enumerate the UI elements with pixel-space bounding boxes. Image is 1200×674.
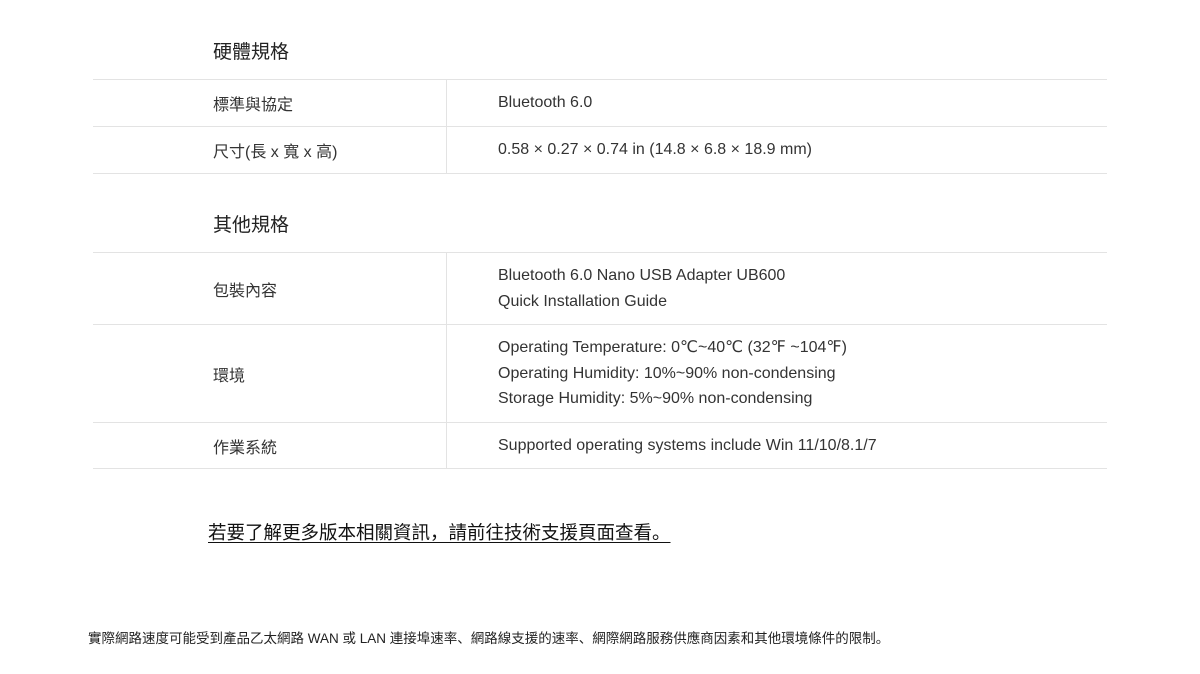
spec-row-dimensions: 尺寸(長 x 寬 x 高) 0.58 × 0.27 × 0.74 in (14.…	[93, 127, 1107, 174]
hardware-specs-title: 硬體規格	[213, 42, 290, 63]
spec-label: 標準與協定	[93, 80, 447, 126]
spec-value-line: 0.58 × 0.27 × 0.74 in (14.8 × 6.8 × 18.9…	[498, 141, 812, 159]
other-specs-title: 其他規格	[213, 215, 290, 236]
spec-value: Operating Temperature: 0℃~40℃ (32℉ ~104℉…	[447, 325, 1107, 422]
spec-value: Bluetooth 6.0 Nano USB Adapter UB600 Qui…	[447, 253, 1107, 324]
spec-value-line: Bluetooth 6.0 Nano USB Adapter UB600	[498, 267, 786, 284]
other-specs-table: 包裝內容 Bluetooth 6.0 Nano USB Adapter UB60…	[93, 252, 1107, 469]
speed-disclaimer: 實際網路速度可能受到產品乙太網路 WAN 或 LAN 連接埠速率、網路線支援的速…	[88, 631, 890, 646]
spec-row-environment: 環境 Operating Temperature: 0℃~40℃ (32℉ ~1…	[93, 325, 1107, 423]
spec-label: 尺寸(長 x 寬 x 高)	[93, 127, 447, 173]
spec-value-line: Operating Temperature: 0℃~40℃ (32℉ ~104℉…	[498, 339, 847, 357]
spec-row-operating-system: 作業系統 Supported operating systems include…	[93, 423, 1107, 469]
spec-value-line: Storage Humidity: 5%~90% non-condensing	[498, 390, 813, 408]
support-page-link[interactable]: 若要了解更多版本相關資訊，請前往技術支援頁面查看。	[208, 519, 671, 545]
spec-row-package-contents: 包裝內容 Bluetooth 6.0 Nano USB Adapter UB60…	[93, 253, 1107, 325]
spec-label: 作業系統	[93, 423, 447, 468]
spec-value-line: Quick Installation Guide	[498, 292, 667, 310]
spec-value: 0.58 × 0.27 × 0.74 in (14.8 × 6.8 × 18.9…	[447, 127, 1107, 173]
spec-label: 環境	[93, 325, 447, 422]
hardware-specs-table: 標準與協定 Bluetooth 6.0 尺寸(長 x 寬 x 高) 0.58 ×…	[93, 79, 1107, 174]
spec-value-line: Bluetooth 6.0	[498, 94, 593, 112]
spec-value-line: Operating Humidity: 10%~90% non-condensi…	[498, 364, 836, 382]
spec-row-standards: 標準與協定 Bluetooth 6.0	[93, 80, 1107, 127]
spec-value-line: Supported operating systems include Win …	[498, 436, 877, 454]
spec-label: 包裝內容	[93, 253, 447, 324]
spec-value: Bluetooth 6.0	[447, 80, 1107, 126]
spec-value: Supported operating systems include Win …	[447, 423, 1107, 468]
